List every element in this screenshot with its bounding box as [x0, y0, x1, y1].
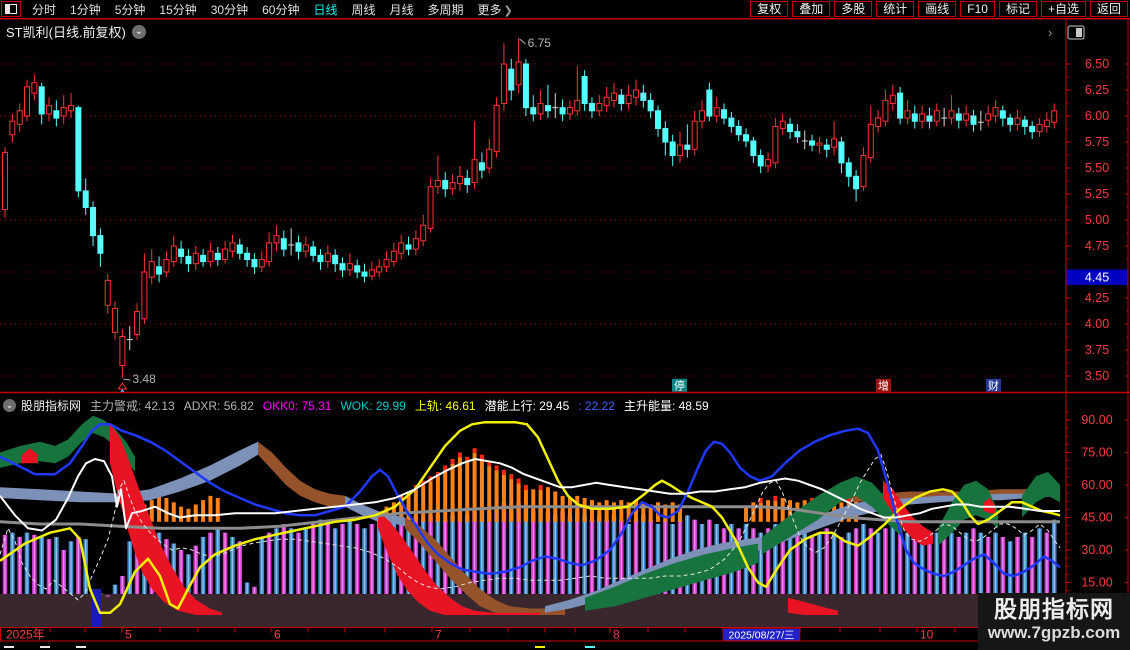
svg-text:3.75: 3.75	[1085, 343, 1109, 357]
pane-collapse-arrow: ›	[1048, 25, 1052, 40]
tab-1min[interactable]: 1分钟	[63, 1, 108, 18]
low-marker-icon	[117, 382, 128, 390]
toolbar-actions: 复权 叠加 多股 统计 画线 F10 标记 +自选 返回	[746, 1, 1130, 17]
svg-text:6: 6	[274, 628, 281, 642]
svg-text:75.00: 75.00	[1081, 445, 1112, 459]
price-annotations: 6.75 3.48	[117, 36, 552, 393]
btn-mark[interactable]: 标记	[998, 1, 1037, 17]
btn-draw-line[interactable]: 画线	[918, 1, 957, 17]
svg-text:5.50: 5.50	[1085, 161, 1109, 175]
top-toolbar: 分时 1分钟 5分钟 15分钟 30分钟 60分钟 日线 周线 月线 多周期 更多 ❯ 复权 叠加 多股统…	[0, 0, 1130, 19]
indicator-name: 股朋指标网	[21, 399, 82, 413]
svg-text:4.45: 4.45	[1085, 271, 1109, 285]
tab-more[interactable]: 更多 ❯	[471, 1, 520, 18]
btn-multi-stock[interactable]: 多股	[834, 1, 873, 17]
chart-title: ST凯利(日线.前复权)	[6, 25, 126, 40]
x-axis-year: 2025年	[6, 628, 45, 642]
btn-overlay[interactable]: 叠加	[792, 1, 831, 17]
x-axis[interactable]: 2025年 5 6 7 8 10 2025/08/27/三	[6, 628, 1061, 642]
svg-text:4.75: 4.75	[1085, 239, 1109, 253]
tab-weekly[interactable]: 周线	[344, 1, 382, 18]
btn-f10[interactable]: F10	[960, 1, 995, 17]
svg-text:2025/08/27/三: 2025/08/27/三	[729, 629, 795, 641]
svg-text:6.25: 6.25	[1085, 83, 1109, 97]
svg-text:3.48: 3.48	[132, 372, 156, 386]
chart-title-row: ST凯利(日线.前复权) ⌄	[6, 22, 146, 41]
svg-text:停: 停	[674, 378, 685, 392]
tab-60min[interactable]: 60分钟	[255, 1, 306, 18]
svg-text:5.75: 5.75	[1085, 135, 1109, 149]
tab-intraday[interactable]: 分时	[25, 1, 63, 18]
candlesticks	[2, 38, 1058, 379]
watermark-title: 股朋指标网	[994, 596, 1114, 622]
more-arrow-icon: ❯	[503, 4, 513, 17]
svg-text:45.00: 45.00	[1081, 510, 1112, 524]
svg-text:90.00: 90.00	[1081, 413, 1112, 427]
svg-text:30.00: 30.00	[1081, 543, 1112, 557]
svg-text:财: 财	[988, 378, 999, 392]
indicator-pane[interactable]	[0, 415, 1065, 627]
indicator-field: WOK: 29.99	[340, 399, 406, 413]
y-axis-indicator[interactable]: 90.00 75.00 60.00 45.00 30.00 15.00	[1066, 411, 1128, 608]
svg-text:4.00: 4.00	[1085, 317, 1109, 331]
indicator-field: OKK0: 75.31	[262, 399, 332, 413]
indicator-field: 主力警戒: 42.13	[90, 399, 175, 413]
svg-text:10: 10	[920, 628, 934, 642]
chevron-down-icon[interactable]: ⌄	[131, 24, 146, 39]
svg-text:5.25: 5.25	[1085, 187, 1109, 201]
app-window: 停 增 财 6.75 3.48 6.50 6.25 6.00 5.75 5.50 5.25 5.00 4…	[0, 0, 1130, 650]
indicator-field: 潜能上行: 29.45	[484, 399, 570, 413]
svg-text:15.00: 15.00	[1081, 575, 1112, 589]
tab-5min[interactable]: 5分钟	[108, 1, 153, 18]
indicator-field: : 22.22	[578, 399, 615, 413]
svg-text:8: 8	[613, 628, 620, 642]
btn-back[interactable]: 返回	[1089, 1, 1128, 17]
watermark-url: www.7gpzb.com	[987, 623, 1121, 642]
svg-text:7: 7	[435, 628, 442, 642]
tab-multi-period[interactable]: 多周期	[421, 1, 471, 18]
svg-text:增: 增	[878, 378, 889, 392]
indicator-header: ⌄ 股朋指标网 主力警戒: 42.13 ADXR: 56.82 OKK0: 75.3…	[3, 397, 718, 414]
tab-15min[interactable]: 15分钟	[152, 1, 203, 18]
indicator-field: 上轨: 46.61	[414, 399, 476, 413]
indicator-field: ADXR: 56.82	[183, 399, 254, 413]
window-layout-icon[interactable]	[1, 1, 21, 17]
tab-monthly[interactable]: 月线	[383, 1, 421, 18]
ribbon-slate-1b	[345, 495, 405, 527]
svg-text:5.00: 5.00	[1085, 213, 1109, 227]
btn-adjust[interactable]: 复权	[750, 1, 789, 17]
event-badges: 停增财	[672, 378, 1001, 392]
svg-text:4.25: 4.25	[1085, 291, 1109, 305]
svg-text:6.00: 6.00	[1085, 109, 1109, 123]
indicator-collapse-icon[interactable]: ⌄	[3, 399, 16, 412]
tab-30min[interactable]: 30分钟	[204, 1, 255, 18]
svg-text:5: 5	[125, 628, 132, 642]
btn-add-watchlist[interactable]: +自选	[1040, 1, 1086, 17]
chart-canvas[interactable]: 停 增 财 6.75 3.48 6.50 6.25 6.00 5.75 5.50 5.25 5.00 4…	[0, 0, 1130, 650]
watermark: 股朋指标网 www.7gpzb.com	[978, 593, 1130, 650]
svg-text:6.50: 6.50	[1085, 57, 1109, 71]
indicator-field: 主升能量: 48.59	[623, 399, 709, 413]
svg-text:60.00: 60.00	[1081, 478, 1112, 492]
svg-text:3.50: 3.50	[1085, 369, 1109, 383]
svg-text:6.75: 6.75	[528, 36, 552, 50]
indicator-values: 主力警戒: 42.13 ADXR: 56.82 OKK0: 75.31 WOK: 29…	[90, 397, 718, 414]
timeframe-menu: 分时 1分钟 5分钟 15分钟 30分钟 60分钟 日线 周线 月线 多周期 更多 ❯	[0, 0, 520, 18]
tab-daily[interactable]: 日线	[306, 1, 344, 18]
btn-statistics[interactable]: 统计	[876, 1, 915, 17]
ribbon-brown-1	[258, 441, 345, 507]
